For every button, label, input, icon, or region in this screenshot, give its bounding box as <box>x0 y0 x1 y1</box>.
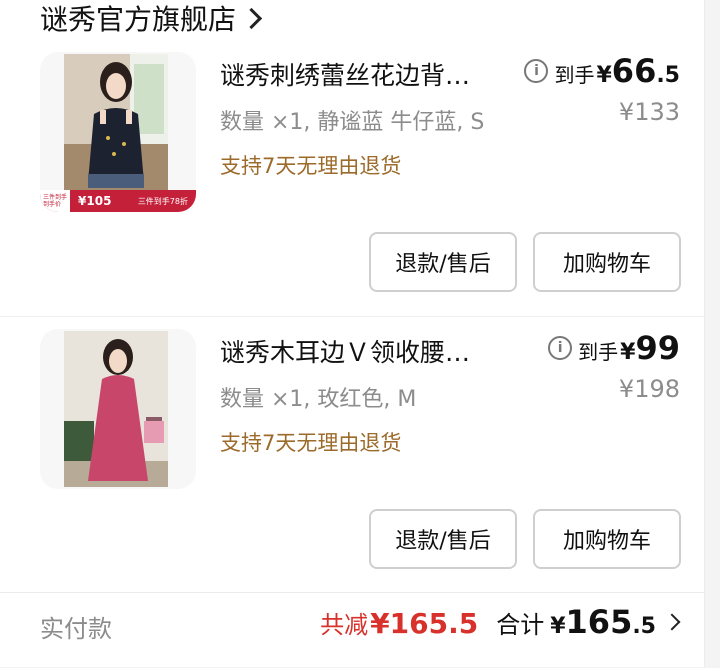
total-integer: 165 <box>565 603 633 641</box>
promo-banner-left: 三件到手 到手价 <box>40 190 71 212</box>
promo-banner-line1: 三件到手 <box>43 194 68 201</box>
price-integer: 66 <box>611 52 657 90</box>
promo-banner-price: ¥105 <box>78 194 112 208</box>
product-spec: 数量 ×1, 玫红色, M <box>220 387 417 412</box>
total-decimal: .5 <box>632 614 656 639</box>
discount-label: 共减 <box>320 611 369 639</box>
product-thumbnail[interactable] <box>40 329 196 489</box>
chevron-right-icon[interactable] <box>240 7 263 29</box>
price-label: 到手 <box>578 340 619 364</box>
price-decimal: .5 <box>656 63 680 88</box>
discount-value: ¥165.5 <box>370 607 479 640</box>
price-currency: ¥ <box>596 63 612 88</box>
total-label: 合计 <box>496 611 545 639</box>
return-policy: 支持7天无理由退货 <box>220 431 402 455</box>
refund-aftersale-button[interactable]: 退款/售后 <box>369 232 517 292</box>
add-to-cart-button[interactable]: 加购物车 <box>533 509 681 569</box>
product-title[interactable]: 谜秀刺绣蕾丝花边背… <box>220 56 470 92</box>
refund-aftersale-button[interactable]: 退款/售后 <box>369 509 517 569</box>
promo-banner-line2: 到手价 <box>43 201 62 208</box>
store-header[interactable]: 谜秀官方旗舰店 <box>40 0 263 38</box>
original-price: ¥133 <box>618 98 680 126</box>
order-item: 谜秀木耳边Ｖ领收腰… 数量 ×1, 玫红色, M 支持7天无理由退货 i 到手 … <box>0 316 704 587</box>
product-title[interactable]: 谜秀木耳边Ｖ领收腰… <box>220 333 470 369</box>
chevron-right-icon[interactable] <box>663 613 681 631</box>
info-icon[interactable]: i <box>548 336 573 360</box>
original-price: ¥198 <box>618 375 680 403</box>
price-integer: 99 <box>635 329 680 367</box>
info-icon[interactable]: i <box>524 59 549 83</box>
final-price: i 到手 ¥ 66 .5 <box>524 52 680 90</box>
payment-summary[interactable]: 实付款 共减 ¥165.5 合计 ¥ 165 .5 <box>0 592 704 668</box>
return-policy: 支持7天无理由退货 <box>220 154 402 178</box>
price-currency: ¥ <box>620 340 636 365</box>
order-card: 谜秀官方旗舰店 三件到手 到手价 ¥105 三件到手78折 谜秀刺绣蕾丝花边背…… <box>0 0 705 667</box>
product-thumbnail[interactable]: 三件到手 到手价 ¥105 三件到手78折 <box>40 52 196 212</box>
price-block: i 到手 ¥ 66 .5 ¥133 <box>524 52 680 126</box>
product-photo-black-top <box>64 54 168 210</box>
price-block: i 到手 ¥ 99 ¥198 <box>548 329 680 403</box>
product-photo-pink-dress <box>64 331 168 487</box>
store-name[interactable]: 谜秀官方旗舰店 <box>40 0 236 38</box>
paid-amount-label: 实付款 <box>40 615 112 643</box>
final-price: i 到手 ¥ 99 <box>548 329 680 367</box>
price-label: 到手 <box>554 63 595 87</box>
add-to-cart-button[interactable]: 加购物车 <box>533 232 681 292</box>
product-spec: 数量 ×1, 静谧蓝 牛仔蓝, S <box>220 110 485 135</box>
promo-banner-text: 三件到手78折 <box>137 196 188 206</box>
payment-totals[interactable]: 共减 ¥165.5 合计 ¥ 165 .5 <box>320 603 681 641</box>
promo-banner: 三件到手 到手价 ¥105 三件到手78折 <box>40 190 196 212</box>
order-item: 三件到手 到手价 ¥105 三件到手78折 谜秀刺绣蕾丝花边背… 数量 ×1, … <box>0 40 704 310</box>
total-currency: ¥ <box>550 614 566 639</box>
